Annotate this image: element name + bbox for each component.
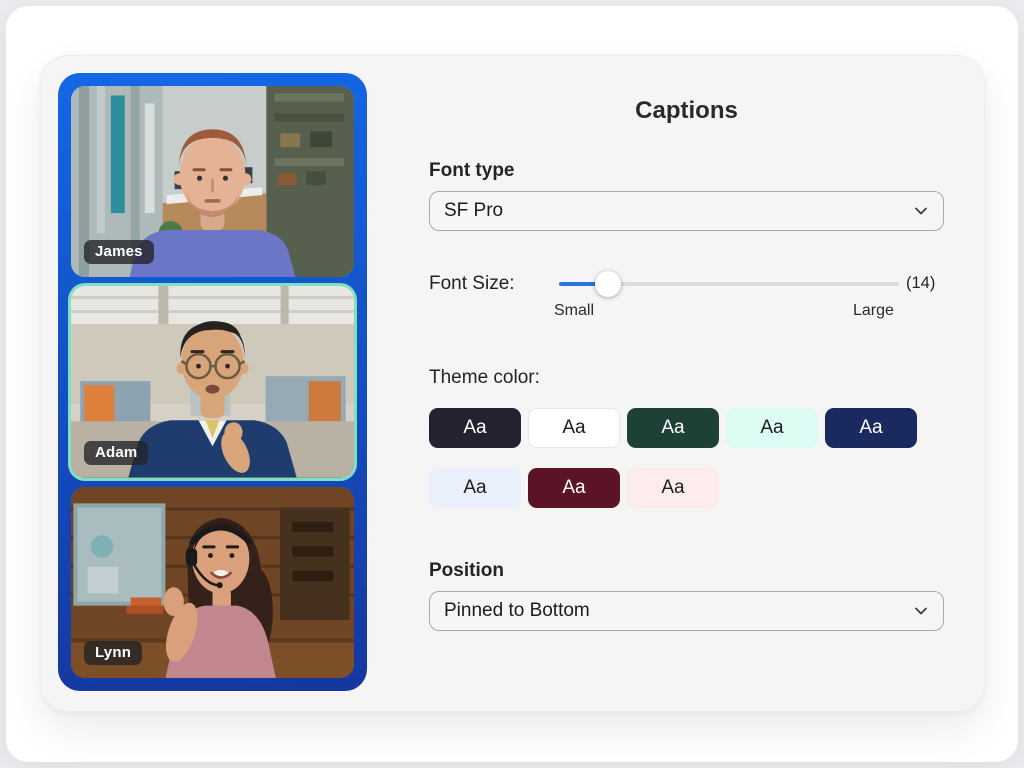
chevron-down-icon — [913, 603, 929, 619]
slider-max-label: Large — [853, 302, 943, 320]
theme-swatch-mint[interactable]: Aa — [726, 408, 818, 448]
theme-swatch-green[interactable]: Aa — [627, 408, 719, 448]
captions-settings-card: James — [40, 55, 985, 712]
font-size-slider[interactable] — [559, 282, 899, 286]
theme-swatch-navy[interactable]: Aa — [825, 408, 917, 448]
theme-swatch-lavender[interactable]: Aa — [429, 468, 521, 508]
slider-min-label: Small — [554, 302, 594, 320]
captions-settings: Captions Font type SF Pro Font Size: (14… — [429, 56, 944, 711]
page-title: Captions — [429, 97, 944, 125]
video-thumbnail-james[interactable]: James — [71, 86, 354, 277]
theme-swatch-maroon[interactable]: Aa — [528, 468, 620, 508]
participant-name-tag: James — [84, 240, 154, 264]
font-size-label: Font Size: — [429, 273, 515, 295]
theme-swatch-pink[interactable]: Aa — [627, 468, 719, 508]
participant-name-tag: Adam — [84, 441, 148, 465]
font-type-value: SF Pro — [444, 200, 503, 222]
video-thumbnail-lynn[interactable]: Lynn — [71, 487, 354, 678]
theme-swatches-row-1: Aa Aa Aa Aa Aa — [429, 408, 917, 448]
font-size-value: (14) — [906, 274, 935, 293]
slider-thumb[interactable] — [595, 271, 621, 297]
font-type-select[interactable]: SF Pro — [429, 191, 944, 231]
theme-swatch-white[interactable]: Aa — [528, 408, 620, 448]
font-type-label: Font type — [429, 160, 515, 182]
video-call-panel: James — [58, 73, 367, 691]
position-value: Pinned to Bottom — [444, 600, 590, 622]
theme-swatch-dark[interactable]: Aa — [429, 408, 521, 448]
chevron-down-icon — [913, 203, 929, 219]
video-thumbnail-adam[interactable]: Adam — [71, 286, 354, 477]
theme-swatches-row-2: Aa Aa Aa — [429, 468, 719, 508]
position-select[interactable]: Pinned to Bottom — [429, 591, 944, 631]
theme-color-label: Theme color: — [429, 367, 540, 389]
participant-name-tag: Lynn — [84, 641, 142, 665]
position-label: Position — [429, 560, 504, 582]
